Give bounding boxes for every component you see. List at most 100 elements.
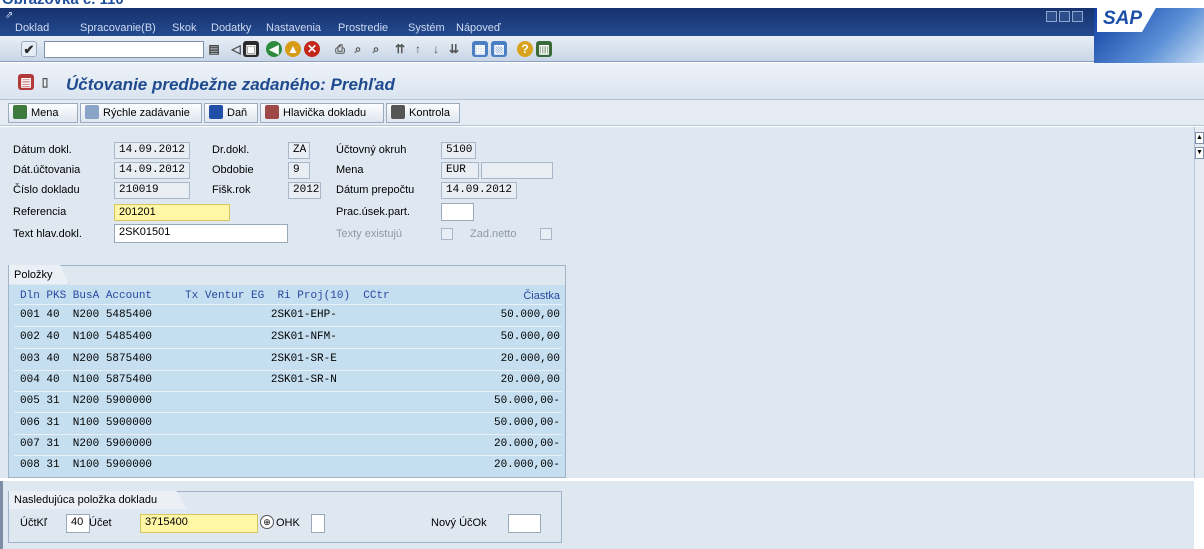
label-referencia: Referencia [13,206,67,218]
layout-menu-icon[interactable]: ▥ [536,41,552,57]
menu-skok[interactable]: Skok [172,22,196,34]
shortcut-icon[interactable]: ▧ [491,41,507,57]
field-uctovny-okruh[interactable]: 5100 [441,142,476,159]
cancel-icon[interactable]: ✕ [304,41,320,57]
field-ucet[interactable]: 3715400 [140,514,258,533]
field-dr-dokl[interactable]: ZA [288,142,310,159]
next-page-icon[interactable]: ↓ [428,41,444,57]
label-obdobie: Obdobie [212,164,254,176]
field-uckl[interactable]: 40 [66,514,90,533]
check-icon [391,105,405,119]
maximize-icon[interactable] [1059,11,1070,22]
label-ucet: Účet [89,517,112,529]
display-document-icon[interactable]: ▯ [37,74,53,90]
label-zad-netto: Zad.netto [470,228,517,240]
minimize-icon[interactable] [1046,11,1057,22]
field-mena-extra [481,162,553,179]
label-datum-dokl: Dátum dokl. [13,144,72,156]
field-mena[interactable]: EUR [441,162,479,179]
close-icon[interactable] [1072,11,1083,22]
table-row[interactable]: 008 31 N100 5900000 20.000,00- [20,455,560,475]
field-datum-prepoctu[interactable]: 14.09.2012 [441,182,517,199]
field-fisk-rok[interactable]: 2012 [288,182,321,199]
label-dat-uctovania: Dát.účtovania [13,164,81,176]
other-document-icon[interactable]: ▤ [18,74,34,90]
check-button[interactable]: Kontrola [386,103,460,123]
next-item-title: Nasledujúca položka dokladu [14,494,158,506]
table-row[interactable]: 006 31 N100 5900000 50.000,00- [20,413,560,433]
label-uckl: ÚčtKľ [20,517,48,529]
field-text-hlav[interactable]: 2SK01501 [114,224,288,243]
previous-page-icon[interactable]: ↑ [410,41,426,57]
last-page-icon[interactable]: ⇊ [446,41,462,57]
print-icon[interactable]: ⎙ [332,41,348,57]
field-prac-usek[interactable] [441,203,474,221]
label-prac-usek: Prac.úsek.part. [336,206,410,218]
header-icon [265,105,279,119]
search-help-icon[interactable]: ⊕ [260,515,274,529]
table-row[interactable]: 002 40 N100 5485400 2SK01-NFM- 50.000,00 [20,327,560,347]
info-icon [209,105,223,119]
menu-doklad[interactable]: Doklad [15,22,49,34]
label-fisk-rok: Fišk.rok [212,184,251,196]
currency-icon [13,105,27,119]
label-cislo-dokladu: Číslo dokladu [13,184,80,196]
label-uctovny-okruh: Účtovný okruh [336,144,407,156]
field-dat-uctovania[interactable]: 14.09.2012 [114,162,190,179]
menu-system[interactable]: Systém [408,22,445,34]
label-text-hlav: Text hlav.dokl. [13,228,82,240]
back-icon[interactable]: ◀ [266,41,282,57]
system-menu-icon[interactable]: ⇗ [5,10,13,21]
label-novy-ucok: Nový ÚčOk [431,517,487,529]
table-row[interactable]: 007 31 N200 5900000 20.000,00- [20,434,560,454]
field-obdobie[interactable]: 9 [288,162,310,179]
document-caption: Obrazovka č. 110 [2,0,124,8]
items-table-header: Dln PKS BusA Account Tx Ventur EG Ri Pro… [20,290,560,302]
field-referencia[interactable]: 201201 [114,204,230,221]
create-session-icon[interactable]: ▦ [472,41,488,57]
field-ohk[interactable] [311,514,325,533]
scroll-down-icon[interactable]: ▼ [1195,147,1204,159]
window-controls [1046,11,1085,25]
label-mena: Mena [336,164,364,176]
label-ohk: OHK [276,517,300,529]
document-header-button[interactable]: Hlavička dokladu [260,103,384,123]
page-title: Účtovanie predbežne zadaného: Prehľad [66,75,395,94]
vertical-scrollbar[interactable] [1194,127,1204,480]
command-field[interactable] [44,41,204,58]
menu-napoved[interactable]: Nápoveď [456,22,501,34]
items-title: Položky [14,269,53,281]
fast-entry-icon [85,105,99,119]
menu-dodatky[interactable]: Dodatky [211,22,251,34]
table-row[interactable]: 004 40 N100 5875400 2SK01-SR-N 20.000,00 [20,370,560,390]
checkbox-texty-existuju [441,228,453,240]
header-amount: Čiastka [523,290,560,302]
exit-icon[interactable]: ▲ [285,41,301,57]
field-datum-dokl[interactable]: 14.09.2012 [114,142,190,159]
field-novy-ucok[interactable] [508,514,541,533]
checkbox-zad-netto[interactable] [540,228,552,240]
field-cislo-dokladu[interactable]: 210019 [114,182,190,199]
label-datum-prepoctu: Dátum prepočtu [336,184,415,196]
currency-button[interactable]: Mena [8,103,78,123]
label-dr-dokl: Dr.dokl. [212,144,250,156]
first-page-icon[interactable]: ⇈ [392,41,408,57]
find-icon[interactable]: ⌕ [350,41,366,57]
find-next-icon[interactable]: ⌕ [368,41,384,57]
menu-bar: ⇗ Doklad Spracovanie(B) Skok Dodatky Nas… [0,8,1204,36]
menu-spracovanie[interactable]: Spracovanie(B) [80,22,156,34]
menu-nastavenia[interactable]: Nastavenia [266,22,321,34]
table-row[interactable]: 003 40 N200 5875400 2SK01-SR-E 20.000,00 [20,349,560,369]
enter-icon[interactable]: ✔ [21,41,37,57]
scroll-up-icon[interactable]: ▲ [1195,132,1204,144]
table-row[interactable]: 001 40 N200 5485400 2SK01-EHP- 50.000,00 [20,305,560,325]
tax-button[interactable]: Daň [204,103,258,123]
fast-entry-button[interactable]: Rýchle zadávanie [80,103,202,123]
help-icon[interactable]: ? [517,41,533,57]
save-icon[interactable]: ▣ [243,41,259,57]
table-row[interactable]: 005 31 N200 5900000 50.000,00- [20,391,560,411]
collapse-icon: ◁ [231,42,241,56]
history-icon[interactable]: ▤ [206,41,222,57]
menu-prostredie[interactable]: Prostredie [338,22,388,34]
left-edge [0,481,3,549]
